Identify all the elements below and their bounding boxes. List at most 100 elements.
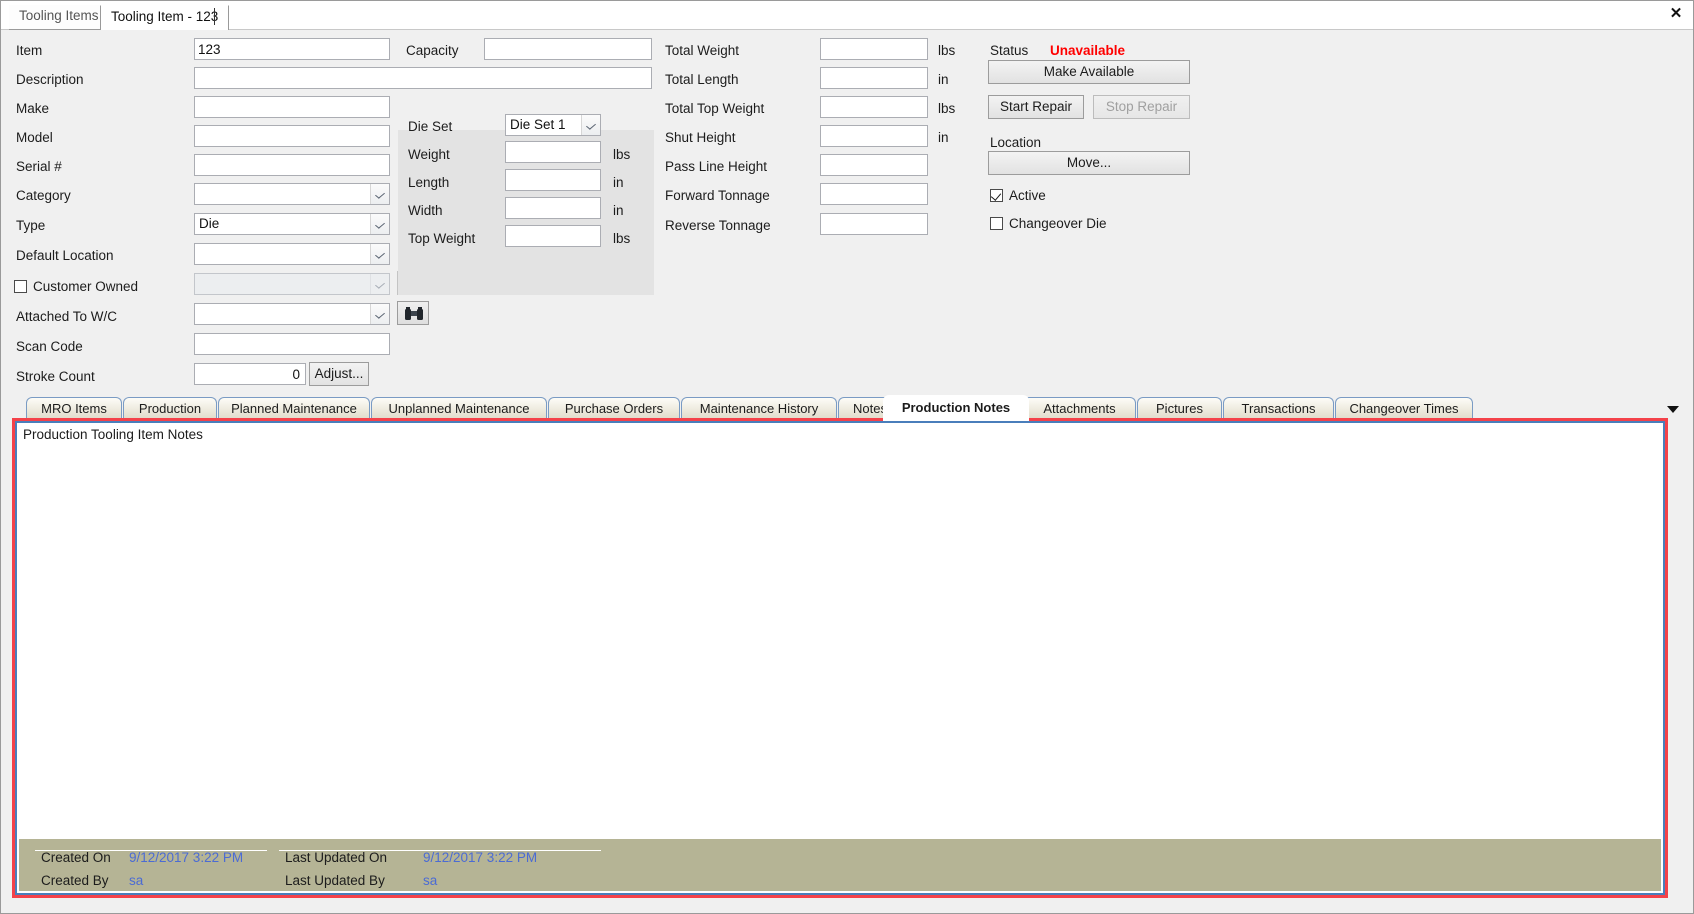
status-badge: Unavailable: [1050, 43, 1126, 58]
chevron-down-icon: [370, 184, 389, 204]
production-notes-header: Production Tooling Item Notes: [23, 427, 203, 442]
label-length: Length: [408, 175, 450, 190]
top-tab-tooling-items[interactable]: Tooling Items: [9, 5, 109, 30]
label-model: Model: [16, 130, 53, 145]
label-type: Type: [16, 218, 46, 233]
unit-shut-height: in: [938, 130, 949, 145]
label-changeover-die: Changeover Die: [1009, 216, 1107, 231]
die-set-weight-input[interactable]: [505, 141, 601, 163]
label-top-weight: Top Weight: [408, 231, 476, 246]
make-available-button[interactable]: Make Available: [988, 60, 1190, 84]
model-input[interactable]: [194, 125, 390, 147]
close-icon[interactable]: ✕: [1666, 4, 1686, 24]
changeover-die-checkbox[interactable]: [990, 217, 1003, 230]
die-set-width-input[interactable]: [505, 197, 601, 219]
label-serial-number: Serial #: [16, 159, 62, 174]
label-location: Location: [990, 135, 1042, 150]
chevron-down-icon: [370, 274, 389, 294]
type-combobox[interactable]: Die: [194, 213, 390, 235]
label-category: Category: [16, 188, 71, 203]
chevron-down-icon: [370, 214, 389, 234]
production-notes-textarea[interactable]: [19, 447, 1661, 791]
scan-code-input[interactable]: [194, 333, 390, 355]
tab-production-notes[interactable]: Production Notes: [883, 395, 1029, 421]
label-customer-owned: Customer Owned: [33, 279, 139, 294]
label-forward-tonnage: Forward Tonnage: [665, 188, 770, 203]
pass-line-height-input[interactable]: [820, 154, 928, 176]
label-make: Make: [16, 101, 50, 116]
value-last-updated-by: sa: [423, 873, 438, 888]
label-default-location: Default Location: [16, 248, 114, 263]
tooling-item-form: Item Description Make Model Serial # Cat…: [2, 30, 1692, 393]
start-repair-button[interactable]: Start Repair: [988, 95, 1084, 119]
serial-number-input[interactable]: [194, 154, 390, 176]
unit-total-top-weight: lbs: [938, 101, 956, 116]
chevron-down-icon: [370, 304, 389, 324]
label-scan-code: Scan Code: [16, 339, 83, 354]
unit-die-set-weight: lbs: [613, 147, 631, 162]
label-last-updated-by: Last Updated By: [285, 873, 385, 888]
label-pass-line-height: Pass Line Height: [665, 159, 768, 174]
reverse-tonnage-input[interactable]: [820, 213, 928, 235]
value-created-by: sa: [129, 873, 144, 888]
die-set-top-weight-input[interactable]: [505, 225, 601, 247]
tab-overflow-chevron-down-icon[interactable]: [1666, 402, 1680, 416]
description-input[interactable]: [194, 67, 652, 89]
stroke-count-input[interactable]: [194, 363, 306, 385]
label-weight: Weight: [408, 147, 450, 162]
label-total-length: Total Length: [665, 72, 739, 87]
customer-owned-checkbox[interactable]: [14, 280, 27, 293]
top-tab-tooling-item-123[interactable]: Tooling Item - 123: [100, 5, 230, 30]
label-stroke-count: Stroke Count: [16, 369, 95, 384]
label-created-on: Created On: [41, 850, 111, 865]
label-description: Description: [16, 72, 84, 87]
shut-height-input[interactable]: [820, 125, 928, 147]
production-notes-panel-highlight: Production Tooling Item Notes Created On…: [12, 418, 1668, 898]
label-shut-height: Shut Height: [665, 130, 736, 145]
forward-tonnage-input[interactable]: [820, 183, 928, 205]
detail-tab-strip: MRO Items Production Planned Maintenance…: [2, 393, 1692, 421]
active-checkbox[interactable]: [990, 189, 1003, 202]
binoculars-icon: [405, 307, 423, 320]
total-length-input[interactable]: [820, 67, 928, 89]
item-input[interactable]: [194, 38, 390, 60]
label-item: Item: [16, 43, 43, 58]
application-window: Tooling Items Tooling Item - 123 ✕ Item …: [0, 0, 1694, 914]
customer-owned-combobox: [194, 273, 390, 295]
type-combobox-value: Die: [199, 216, 220, 231]
capacity-input[interactable]: [484, 38, 652, 60]
adjust-button[interactable]: Adjust...: [309, 362, 369, 386]
text-caret: [214, 8, 215, 25]
label-created-by: Created By: [41, 873, 109, 888]
label-width: Width: [408, 203, 443, 218]
record-metadata-bar: Created On 9/12/2017 3:22 PM Created By …: [19, 839, 1661, 891]
die-set-combobox[interactable]: Die Set 1: [505, 114, 601, 136]
unit-total-weight: lbs: [938, 43, 956, 58]
total-weight-input[interactable]: [820, 38, 928, 60]
total-top-weight-input[interactable]: [820, 96, 928, 118]
attached-to-wc-combobox[interactable]: [194, 303, 390, 325]
top-tab-bar: Tooling Items Tooling Item - 123 ✕: [1, 1, 1693, 30]
production-notes-panel: Production Tooling Item Notes Created On…: [15, 421, 1665, 895]
make-input[interactable]: [194, 96, 390, 118]
label-status: Status: [990, 43, 1029, 58]
label-reverse-tonnage: Reverse Tonnage: [665, 218, 771, 233]
category-combobox[interactable]: [194, 183, 390, 205]
move-button[interactable]: Move...: [988, 151, 1190, 175]
default-location-combobox[interactable]: [194, 243, 390, 265]
label-active: Active: [1009, 188, 1046, 203]
unit-die-set-width: in: [613, 203, 624, 218]
label-die-set: Die Set: [408, 119, 453, 134]
label-attached-to-wc: Attached To W/C: [16, 309, 118, 324]
unit-die-set-top-weight: lbs: [613, 231, 631, 246]
value-last-updated-on: 9/12/2017 3:22 PM: [423, 850, 538, 865]
die-set-combobox-value: Die Set 1: [510, 117, 566, 132]
unit-die-set-length: in: [613, 175, 624, 190]
label-last-updated-on: Last Updated On: [285, 850, 388, 865]
attached-to-wc-lookup-button[interactable]: [397, 301, 429, 325]
die-set-length-input[interactable]: [505, 169, 601, 191]
unit-total-length: in: [938, 72, 949, 87]
label-total-weight: Total Weight: [665, 43, 740, 58]
label-capacity: Capacity: [406, 43, 459, 58]
chevron-down-icon: [581, 115, 600, 135]
